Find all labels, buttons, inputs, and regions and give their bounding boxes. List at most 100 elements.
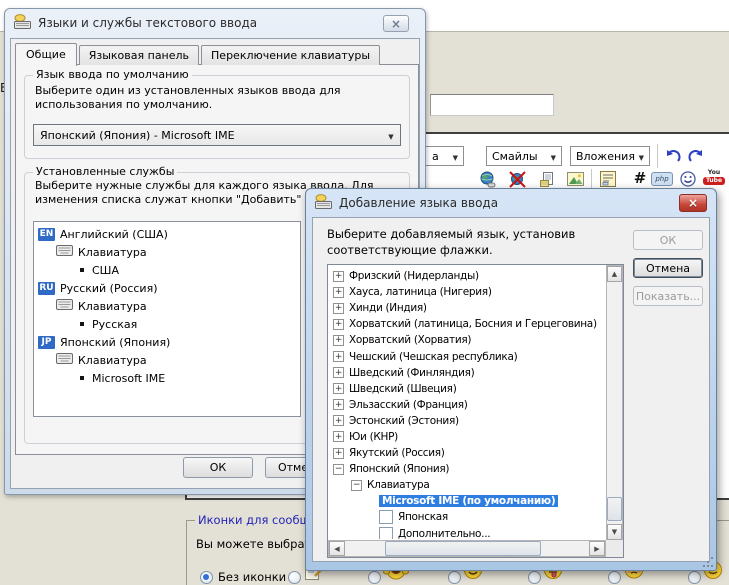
no-icon-radio[interactable] [200,571,213,584]
show-button[interactable]: Показать... [633,286,703,306]
php-code-icon[interactable]: php [652,169,672,189]
youtube-label-top: You [708,170,720,176]
attachments-select[interactable]: Вложения [570,146,650,166]
tree-label: Клавиатура [78,354,147,367]
text-services-titlebar[interactable]: Языки и службы текстового ввода [5,9,425,37]
expand-icon[interactable] [333,367,344,378]
tree-row-japanese[interactable]: Японский (Япония) [329,461,605,477]
tree-row[interactable]: Хауса, латиница (Нигерия) [329,284,605,300]
default-language-combobox[interactable]: Японский (Япония) - Microsoft IME [33,124,401,146]
icon-radio[interactable] [368,571,381,584]
language-badge: RU [38,282,55,295]
redo-icon[interactable] [685,146,705,166]
insert-image-icon[interactable] [565,169,585,189]
chevron-down-icon [382,129,400,142]
scroll-left-icon[interactable] [329,541,345,556]
tree-row[interactable]: Шведский (Финляндия) [329,365,605,381]
keyboard-node[interactable]: Клавиатура [34,351,300,369]
default-language-description: Выберите один из установленных языков вв… [35,84,407,112]
subject-input[interactable] [430,94,554,116]
close-icon[interactable]: × [383,15,409,32]
tree-row[interactable]: Хорватский (Хорватия) [329,332,605,348]
expand-icon[interactable] [333,448,344,459]
keyboard-node[interactable]: Клавиатура [34,243,300,261]
keyboard-icon [56,353,73,367]
icon-radio[interactable] [288,571,301,584]
close-icon[interactable]: × [679,194,707,212]
icon-radio[interactable] [688,571,701,584]
vertical-scroll-thumb[interactable] [607,497,622,521]
expand-icon[interactable] [333,335,344,346]
no-icon-label: Без иконки [218,570,286,584]
scroll-down-icon[interactable] [607,524,622,540]
scroll-right-icon[interactable] [589,541,605,556]
tab-general[interactable]: Общие [15,43,77,66]
tree-row[interactable]: Эстонский (Эстония) [329,413,605,429]
ok-button[interactable]: ОК [183,457,253,478]
checkbox-unchecked[interactable] [379,510,393,524]
tree-row[interactable]: Эльзасский (Франция) [329,397,605,413]
tree-label-selected: Microsoft IME (по умолчанию) [379,495,558,507]
youtube-label-bottom: Tube [703,177,725,185]
remove-link-icon[interactable] [507,169,527,189]
keyboard-node[interactable]: Клавиатура [34,297,300,315]
resize-grip[interactable] [701,555,713,567]
tree-row[interactable]: Чешский (Чешская республика) [329,348,605,364]
youtube-icon[interactable]: You Tube [701,167,727,187]
edit-document-icon[interactable] [537,169,557,189]
tree-row[interactable]: Хорватский (латиница, Босния и Герцегови… [329,316,605,332]
insert-link-icon[interactable] [477,169,497,189]
tab-language-bar[interactable]: Языковая панель [79,45,199,65]
insert-form-icon[interactable] [598,169,618,189]
icon-radio[interactable] [608,571,621,584]
layout-node[interactable]: США [34,261,300,279]
installed-services-list[interactable]: EN Английский (США) Клавиатура США R [33,221,301,417]
expand-icon[interactable] [333,319,344,330]
tree-row[interactable]: Шведский (Швеция) [329,381,605,397]
horizontal-scroll-thumb[interactable] [385,541,541,556]
expand-icon[interactable] [333,399,344,410]
chevron-down-icon [639,150,644,163]
collapse-icon[interactable] [351,480,362,491]
language-tree[interactable]: Фризский (Нидерланды) Хауса, латиница (Н… [327,264,624,558]
tree-label: Хауса, латиница (Нигерия) [349,286,492,298]
tree-row[interactable]: Фризский (Нидерланды) [329,268,605,284]
expand-icon[interactable] [333,383,344,394]
chevron-down-icon [453,150,458,163]
checkbox-unchecked[interactable] [379,527,393,539]
icon-radio[interactable] [448,571,461,584]
smilies-select[interactable]: Смайлы [486,146,562,166]
expand-icon[interactable] [333,287,344,298]
dialog-title: Добавление языка ввода [339,196,498,210]
language-node[interactable]: EN Английский (США) [34,225,300,243]
horizontal-scrollbar[interactable] [328,540,606,557]
layout-node[interactable]: Microsoft IME [34,369,300,387]
undo-icon[interactable] [663,146,683,166]
tree-row-more[interactable]: Дополнительно... [329,526,605,540]
tree-row-msime-selected[interactable]: Microsoft IME (по умолчанию) [329,493,605,509]
icon-radio[interactable] [528,571,541,584]
language-node[interactable]: RU Русский (Россия) [34,279,300,297]
insert-smiley-icon[interactable] [678,169,698,189]
expand-icon[interactable] [333,431,344,442]
ok-button[interactable]: ОК [633,230,703,250]
expand-icon[interactable] [333,271,344,282]
expand-icon[interactable] [333,415,344,426]
dialog-client-area: Выберите добавляемый язык, установив соо… [312,217,710,562]
tree-row[interactable]: Якутский (Россия) [329,445,605,461]
vertical-scrollbar[interactable] [606,265,623,541]
scroll-up-icon[interactable] [607,266,622,282]
expand-icon[interactable] [333,351,344,362]
cancel-button[interactable]: Отмена [633,258,703,278]
layout-node[interactable]: Русская [34,315,300,333]
tree-row-keyboard[interactable]: Клавиатура [329,477,605,493]
add-language-titlebar[interactable]: Добавление языка ввода [306,189,716,216]
collapse-icon[interactable] [333,464,344,475]
tree-row[interactable]: Юи (КНР) [329,429,605,445]
tree-row-japanese-layout[interactable]: Японская [329,509,605,525]
language-node[interactable]: JP Японский (Япония) [34,333,300,351]
tree-row[interactable]: Хинди (Индия) [329,300,605,316]
hash-icon[interactable]: # [630,168,650,188]
expand-icon[interactable] [333,303,344,314]
tab-key-switching[interactable]: Переключение клавиатуры [201,45,380,65]
